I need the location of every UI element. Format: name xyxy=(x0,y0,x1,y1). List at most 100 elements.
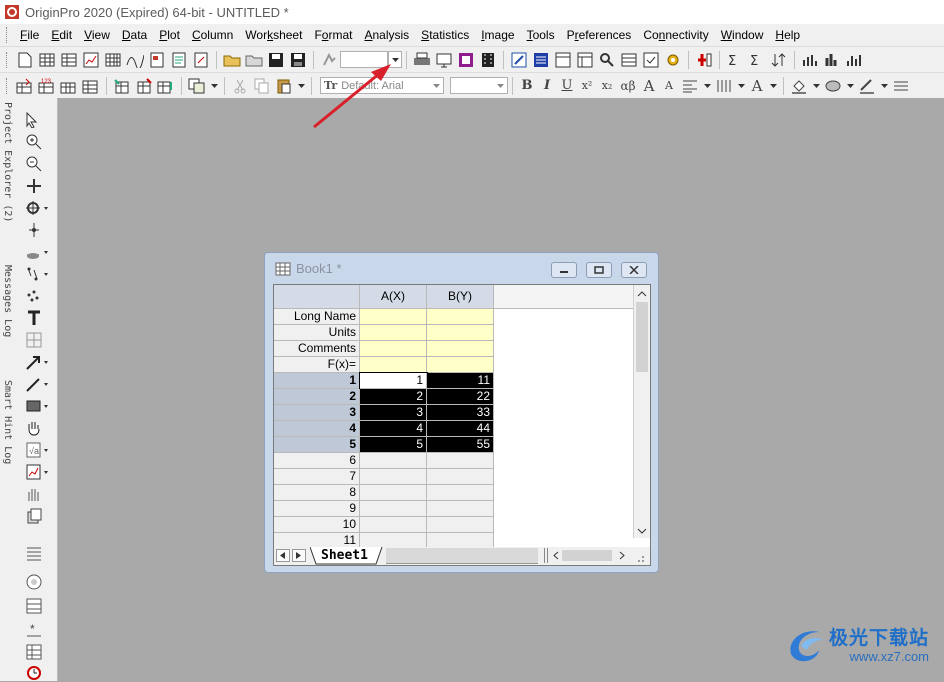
open-template-icon[interactable] xyxy=(245,51,263,69)
text-tool[interactable] xyxy=(25,308,49,328)
data-cell[interactable]: 1 xyxy=(359,372,428,390)
chevron-down-icon[interactable] xyxy=(812,77,820,95)
label-cell[interactable] xyxy=(360,341,427,357)
horizontal-scrollbar[interactable] xyxy=(551,549,629,562)
label-cell[interactable] xyxy=(427,309,494,325)
region-selector-tool[interactable] xyxy=(25,264,49,284)
menu-help[interactable]: Help xyxy=(769,25,806,45)
data-cell[interactable] xyxy=(427,469,494,485)
horizontal-scroll-thumb[interactable] xyxy=(562,550,612,561)
menu-file[interactable]: File xyxy=(14,25,45,45)
import-excel-icon[interactable] xyxy=(82,77,100,95)
row-header[interactable]: 6 xyxy=(274,453,360,469)
duplicate-window-icon[interactable] xyxy=(188,77,206,95)
data-cell[interactable] xyxy=(360,501,427,517)
menu-connectivity[interactable]: Connectivity xyxy=(637,25,714,45)
vertical-scrollbar[interactable] xyxy=(633,285,650,538)
font-select[interactable]: Tr Default: Arial xyxy=(320,77,444,94)
align-left-icon[interactable] xyxy=(681,77,699,95)
row-header[interactable]: 3 xyxy=(274,405,360,421)
data-cell[interactable]: 33 xyxy=(427,405,494,421)
data-cell[interactable] xyxy=(427,501,494,517)
open-folder-icon[interactable] xyxy=(223,51,241,69)
menu-edit[interactable]: Edit xyxy=(45,25,78,45)
bold-button[interactable]: B xyxy=(517,78,537,93)
save-template-icon[interactable] xyxy=(289,51,307,69)
minimize-button[interactable] xyxy=(551,262,577,278)
row-header[interactable]: 5 xyxy=(274,437,360,453)
set-column-values-icon[interactable] xyxy=(801,51,819,69)
chevron-down-icon[interactable] xyxy=(297,77,305,95)
row-header[interactable]: 2 xyxy=(274,389,360,405)
row-header[interactable]: 1 xyxy=(274,373,360,389)
chevron-down-icon[interactable] xyxy=(388,51,402,68)
copy-page-icon[interactable] xyxy=(457,51,475,69)
worksheet-query-icon[interactable] xyxy=(620,51,638,69)
data-cell[interactable]: 3 xyxy=(360,405,427,421)
new-excel-icon[interactable] xyxy=(60,51,78,69)
vertical-scroll-thumb[interactable] xyxy=(636,302,648,372)
tab-scroll-left-button[interactable] xyxy=(276,549,290,562)
equation-tool[interactable]: √a xyxy=(25,440,49,460)
tab-smart-hint-log[interactable]: Smart Hint Log xyxy=(0,376,22,496)
project-explorer-icon[interactable] xyxy=(576,51,594,69)
line-color-icon[interactable] xyxy=(858,77,876,95)
column-stats-icon[interactable]: Σ xyxy=(726,51,744,69)
copy-icon[interactable] xyxy=(253,77,271,95)
label-cell[interactable] xyxy=(360,309,427,325)
sort-icon[interactable] xyxy=(770,51,788,69)
data-cell[interactable]: 2 xyxy=(360,389,427,405)
increase-font-button[interactable]: A xyxy=(639,77,659,95)
data-cell[interactable]: 44 xyxy=(427,421,494,437)
data-cell[interactable] xyxy=(427,453,494,469)
greek-button[interactable]: αβ xyxy=(617,79,639,93)
print-icon[interactable] xyxy=(413,51,431,69)
superscript-button[interactable]: x² xyxy=(577,79,597,92)
code-builder-icon[interactable] xyxy=(510,51,528,69)
pattern-icon[interactable] xyxy=(715,77,733,95)
grid-tool[interactable] xyxy=(25,642,49,662)
menu-statistics[interactable]: Statistics xyxy=(415,25,475,45)
menu-tools[interactable]: Tools xyxy=(521,25,561,45)
rectangle-tool[interactable] xyxy=(25,396,49,416)
label-cell[interactable] xyxy=(360,357,427,373)
import-single-ascii-icon[interactable] xyxy=(16,77,34,95)
command-window-icon[interactable] xyxy=(554,51,572,69)
tab-splitter[interactable] xyxy=(544,548,548,563)
scroll-right-icon[interactable] xyxy=(617,549,627,562)
pan-tool[interactable] xyxy=(25,484,49,504)
underline-button[interactable]: U xyxy=(557,78,577,93)
scroll-down-icon[interactable] xyxy=(634,524,650,538)
label-row-header[interactable]: Long Name xyxy=(274,309,360,325)
italic-button[interactable]: I xyxy=(537,78,557,93)
export-graph-icon[interactable] xyxy=(435,51,453,69)
pattern-fill-icon[interactable] xyxy=(824,77,842,95)
new-script-icon[interactable] xyxy=(192,51,210,69)
menu-view[interactable]: View xyxy=(78,25,116,45)
menu-analysis[interactable]: Analysis xyxy=(358,25,415,45)
book1-title-bar[interactable]: Book1 * xyxy=(275,261,342,276)
find-icon[interactable] xyxy=(598,51,616,69)
cut-icon[interactable] xyxy=(231,77,249,95)
screen-reader-tool[interactable] xyxy=(25,198,49,218)
pointer-tool[interactable] xyxy=(25,110,49,130)
chevron-down-icon[interactable] xyxy=(846,77,854,95)
line-width-icon[interactable] xyxy=(892,77,910,95)
corner-cell[interactable] xyxy=(274,285,360,309)
row-header[interactable]: 7 xyxy=(274,469,360,485)
asterisk-tool[interactable]: * xyxy=(25,620,49,640)
chevron-down-icon[interactable] xyxy=(737,77,745,95)
import-multiple-ascii-icon[interactable]: 123 xyxy=(38,77,56,95)
arrow-tool[interactable] xyxy=(25,352,49,372)
label-row-header[interactable]: Units xyxy=(274,325,360,341)
chevron-down-icon[interactable] xyxy=(880,77,888,95)
menu-column[interactable]: Column xyxy=(186,25,239,45)
data-cell[interactable] xyxy=(360,469,427,485)
data-reader-tool[interactable] xyxy=(25,220,49,240)
recalc-mode-combo[interactable] xyxy=(340,51,388,68)
decrease-font-button[interactable]: A xyxy=(659,79,679,92)
label-cell[interactable] xyxy=(427,357,494,373)
data-selector-tool[interactable] xyxy=(25,242,49,262)
paste-icon[interactable] xyxy=(275,77,293,95)
label-cell[interactable] xyxy=(427,325,494,341)
